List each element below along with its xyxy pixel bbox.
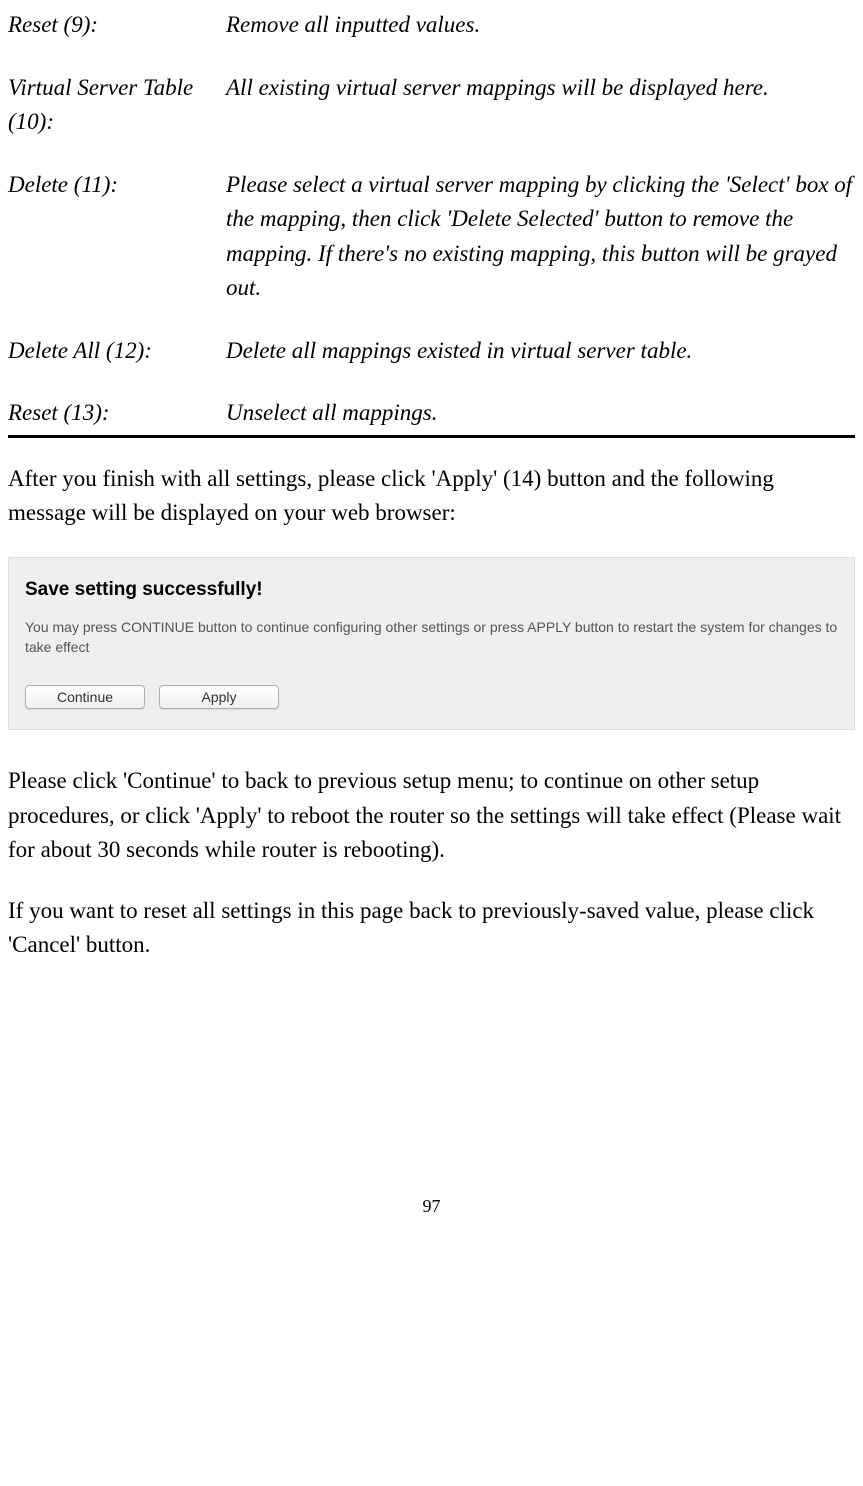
section-separator (8, 435, 855, 438)
dialog-text: You may press CONTINUE button to continu… (25, 618, 838, 657)
definition-row: Delete All (12): Delete all mappings exi… (8, 334, 855, 369)
apply-button[interactable]: Apply (159, 685, 279, 709)
definition-row: Delete (11): Please select a virtual ser… (8, 168, 855, 306)
definition-term: Reset (13): (8, 396, 226, 431)
save-dialog: Save setting successfully! You may press… (8, 557, 855, 731)
continue-button[interactable]: Continue (25, 685, 145, 709)
definition-description: Unselect all mappings. (226, 396, 855, 431)
definition-term: Delete (11): (8, 168, 226, 306)
definition-term: Delete All (12): (8, 334, 226, 369)
definition-row: Virtual Server Table (10): All existing … (8, 71, 855, 140)
page-number: 97 (8, 1193, 855, 1220)
paragraph-apply-intro: After you finish with all settings, plea… (8, 462, 855, 531)
definition-row: Reset (13): Unselect all mappings. (8, 396, 855, 431)
definition-description: Remove all inputted values. (226, 8, 855, 43)
definition-description: Delete all mappings existed in virtual s… (226, 334, 855, 369)
definition-description: All existing virtual server mappings wil… (226, 71, 855, 140)
definition-term: Reset (9): (8, 8, 226, 43)
paragraph-cancel-info: If you want to reset all settings in thi… (8, 894, 855, 963)
dialog-title: Save setting successfully! (25, 576, 838, 605)
definition-row: Reset (9): Remove all inputted values. (8, 8, 855, 43)
definitions-list: Reset (9): Remove all inputted values. V… (8, 8, 855, 431)
definition-description: Please select a virtual server mapping b… (226, 168, 855, 306)
definition-term: Virtual Server Table (10): (8, 71, 226, 140)
dialog-button-row: Continue Apply (25, 685, 838, 709)
paragraph-continue-info: Please click 'Continue' to back to previ… (8, 764, 855, 868)
